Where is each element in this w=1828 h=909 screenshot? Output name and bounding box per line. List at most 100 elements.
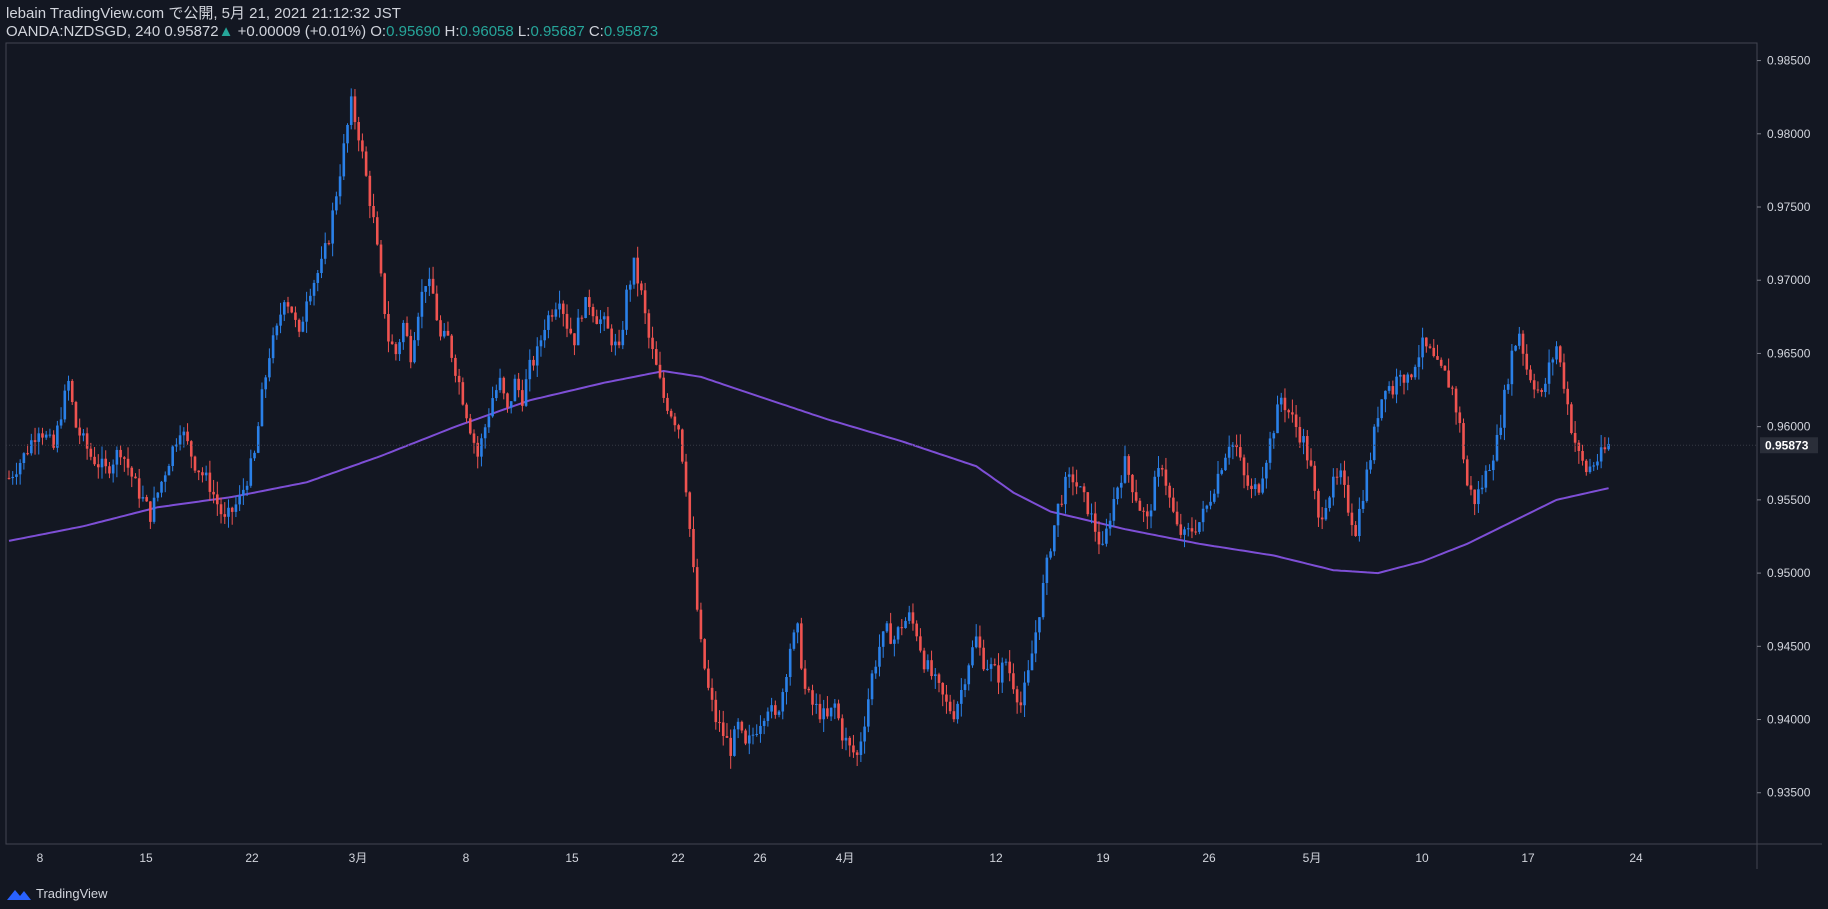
candle-body xyxy=(309,295,312,302)
candle-body xyxy=(145,497,148,502)
candle-body xyxy=(881,631,885,647)
candle-body xyxy=(1451,387,1454,389)
candle-body xyxy=(208,472,212,492)
candle-body xyxy=(502,377,506,394)
candle-body xyxy=(774,705,777,715)
candle-body xyxy=(911,612,915,624)
candle-body xyxy=(141,497,145,499)
time-tick-label: 22 xyxy=(245,851,259,865)
candle-body xyxy=(1443,365,1447,371)
candle-body xyxy=(446,330,450,336)
candle-body xyxy=(1019,702,1023,706)
candle-body xyxy=(643,290,647,314)
candle-body xyxy=(893,639,896,644)
candle-body xyxy=(1205,505,1209,509)
candle-body xyxy=(1131,474,1134,493)
price-tick-label: 0.98000 xyxy=(1767,127,1811,141)
candle-body xyxy=(788,648,792,678)
candle-body xyxy=(1350,512,1354,526)
candle-body xyxy=(1380,399,1383,419)
candle-body xyxy=(364,151,368,176)
time-tick-label: 10 xyxy=(1415,851,1429,865)
candle-body xyxy=(822,708,825,720)
candle-body xyxy=(747,735,751,744)
candle-body xyxy=(1138,500,1142,511)
candle-body xyxy=(249,458,253,486)
candle-body xyxy=(904,620,907,629)
candle-body xyxy=(1157,468,1160,477)
candle-body xyxy=(56,425,59,448)
candle-body xyxy=(561,303,565,314)
candle-body xyxy=(1547,362,1551,384)
candle-body xyxy=(1287,410,1290,413)
price-tick-label: 0.95000 xyxy=(1767,566,1811,580)
candle-body xyxy=(785,677,788,693)
candle-body xyxy=(974,636,978,648)
candle-body xyxy=(733,729,736,756)
candle-body xyxy=(1536,389,1540,391)
candle-body xyxy=(413,340,416,363)
candle-body xyxy=(96,464,100,468)
candle-body xyxy=(1086,492,1090,515)
candle-body xyxy=(736,721,740,730)
candle-body xyxy=(1149,510,1153,517)
time-axis[interactable]: 8 15 22 3月 8 15 22 26 4月 12 19 26 5月 10 17 24 xyxy=(37,851,1643,865)
candle-body xyxy=(126,458,130,468)
candle-body xyxy=(547,315,550,330)
candle-body xyxy=(379,244,383,274)
candle-body xyxy=(662,377,666,398)
candle-body xyxy=(1142,510,1145,512)
candle-body xyxy=(1004,661,1008,663)
candle-body xyxy=(1372,426,1376,461)
candle-body xyxy=(1194,531,1197,533)
candle-body xyxy=(584,297,587,318)
time-tick-label: 26 xyxy=(753,851,767,865)
candle-body xyxy=(74,402,78,428)
candle-body xyxy=(1495,434,1499,461)
candle-body xyxy=(346,124,349,144)
candle-body xyxy=(1034,632,1038,654)
candle-body xyxy=(156,492,160,498)
price-axis[interactable]: 0.98500 0.98000 0.97500 0.97000 0.96500 0.960… xyxy=(1757,54,1811,800)
candle-body xyxy=(119,449,122,458)
candle-body xyxy=(517,378,520,391)
candle-body xyxy=(89,448,93,457)
candle-body xyxy=(1045,557,1049,583)
candle-body xyxy=(863,726,866,742)
candle-body xyxy=(989,664,993,669)
candle-body xyxy=(1026,670,1030,683)
candle-body xyxy=(1123,456,1127,483)
candle-body xyxy=(658,364,662,378)
candle-body xyxy=(1439,359,1443,366)
candle-body xyxy=(725,735,729,738)
candle-body xyxy=(811,690,814,705)
candle-body xyxy=(368,175,372,206)
candle-body xyxy=(621,329,625,346)
candle-body xyxy=(152,497,156,522)
price-chart[interactable]: 0.98500 0.98000 0.97500 0.97000 0.96500 0.960… xyxy=(0,0,1828,909)
candle-body xyxy=(640,283,643,291)
candle-body xyxy=(833,703,837,708)
candle-body xyxy=(1417,357,1421,367)
footer-brand[interactable]: TradingView xyxy=(6,886,108,901)
candle-body xyxy=(37,433,41,442)
candle-body xyxy=(130,467,134,477)
candle-body xyxy=(1198,522,1201,532)
price-tick-label: 0.93500 xyxy=(1767,786,1811,800)
candle-body xyxy=(1216,473,1220,494)
time-tick-label: 26 xyxy=(1202,851,1216,865)
time-tick-label: 12 xyxy=(989,851,1003,865)
price-tick-label: 0.96000 xyxy=(1767,420,1811,434)
candle-body xyxy=(294,312,297,320)
candle-body xyxy=(840,718,844,741)
candle-body xyxy=(22,453,26,464)
candle-body xyxy=(1265,462,1268,479)
candle-body xyxy=(468,418,472,434)
candle-body xyxy=(524,379,528,406)
candle-body xyxy=(167,465,171,476)
candle-body xyxy=(353,96,357,123)
candle-body xyxy=(163,475,167,482)
candle-body xyxy=(1253,484,1257,490)
candle-body xyxy=(15,474,18,477)
candle-body xyxy=(1328,497,1331,509)
